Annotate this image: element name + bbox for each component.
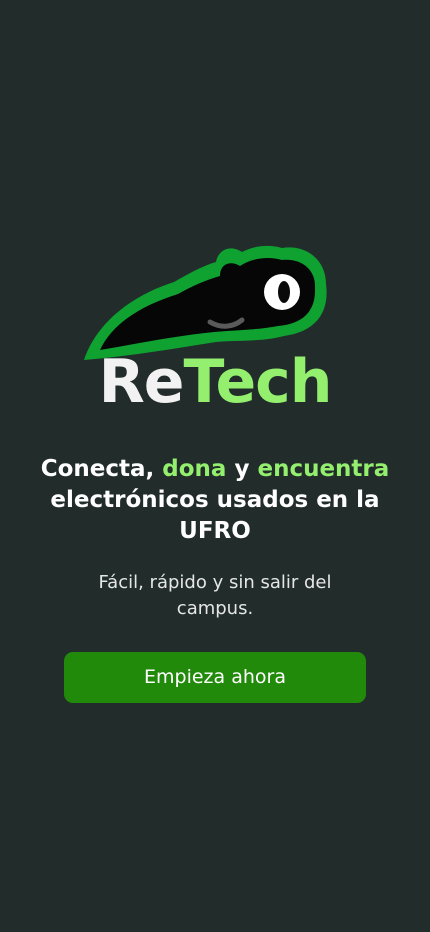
headline-text: electrónicos usados en la UFRO <box>50 487 380 544</box>
subtitle: Fácil, rápido y sin salir del campus. <box>98 572 332 619</box>
headline-text: Conecta, <box>40 456 163 482</box>
welcome-screen: ReTech Conecta, dona y encuentra electró… <box>0 0 430 932</box>
headline-text: y <box>226 456 258 482</box>
headline-accent-dona: dona <box>162 456 227 482</box>
brand-wordmark: ReTech <box>0 346 430 418</box>
headline: Conecta, dona y encuentra electrónicos u… <box>40 454 390 547</box>
brand-name-part1: Re <box>98 347 185 417</box>
start-now-button[interactable]: Empieza ahora <box>64 652 366 703</box>
headline-accent-encuentra: encuentra <box>257 456 390 482</box>
brand-name-part2: Tech <box>183 347 332 417</box>
